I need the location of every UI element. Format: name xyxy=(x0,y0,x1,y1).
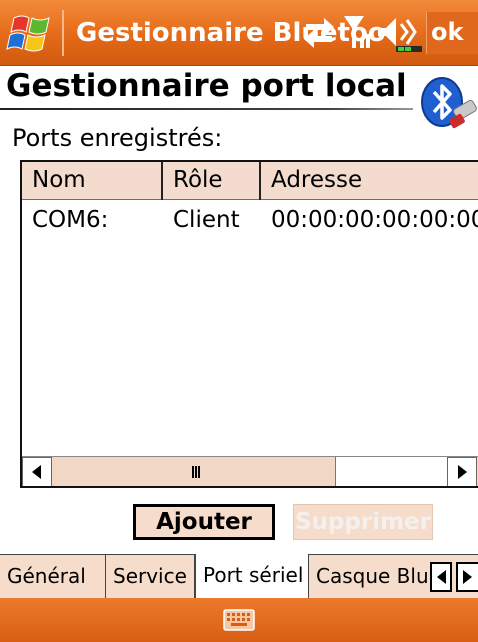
tab-scroll-right-button[interactable] xyxy=(456,562,478,592)
list-item[interactable]: COM6: Client 00:00:00:00:00:00 xyxy=(22,202,478,238)
title-separator xyxy=(62,10,64,56)
column-header-name[interactable]: Nom xyxy=(22,162,163,200)
page-title: Gestionnaire port local xyxy=(6,68,407,104)
tab-strip: Général Service Port sériel Casque Blu xyxy=(0,554,478,600)
add-button[interactable]: Ajouter xyxy=(133,504,275,540)
menu-bar xyxy=(0,598,478,642)
column-header-address[interactable]: Adresse xyxy=(261,162,478,200)
horizontal-scrollbar[interactable] xyxy=(22,456,478,486)
scrollbar-thumb[interactable] xyxy=(52,457,336,486)
arrow-left-icon xyxy=(437,570,446,584)
window-title: Gestionnaire Bluetoo xyxy=(76,18,386,48)
title-underline xyxy=(0,108,413,110)
port-name: COM6: xyxy=(32,207,109,233)
title-bar: Gestionnaire Bluetoo ok xyxy=(0,0,478,66)
list-header: Nom Rôle Adresse xyxy=(22,162,478,200)
tab-scroll-left-button[interactable] xyxy=(430,562,452,592)
column-header-role[interactable]: Rôle xyxy=(163,162,261,200)
keyboard-icon[interactable] xyxy=(223,609,255,631)
delete-button[interactable]: Supprimer xyxy=(293,504,433,540)
scroll-left-button[interactable] xyxy=(22,457,52,486)
arrow-right-icon xyxy=(458,465,467,479)
tab-service[interactable]: Service xyxy=(106,555,195,599)
grip-icon xyxy=(192,466,200,478)
tab-serial-port[interactable]: Port sériel xyxy=(195,554,309,600)
ports-label: Ports enregistrés: xyxy=(12,124,223,152)
port-role: Client xyxy=(173,207,240,233)
bluetooth-icon xyxy=(421,77,477,129)
tab-general[interactable]: Général xyxy=(0,555,106,599)
ports-list[interactable]: Nom Rôle Adresse COM6: Client 00:00:00:0… xyxy=(20,160,478,488)
port-address: 00:00:00:00:00:00 xyxy=(271,207,478,233)
ok-button[interactable]: ok xyxy=(426,12,478,54)
arrow-right-icon xyxy=(463,570,472,584)
connectivity-icon[interactable] xyxy=(302,14,336,50)
arrow-left-icon xyxy=(32,465,41,479)
scrollbar-track[interactable] xyxy=(336,457,447,486)
scroll-right-button[interactable] xyxy=(447,457,477,486)
signal-icon[interactable] xyxy=(342,14,372,52)
volume-icon[interactable] xyxy=(374,14,422,54)
tab-headset[interactable]: Casque Blu xyxy=(309,555,429,599)
windows-flag-icon[interactable] xyxy=(6,12,56,54)
